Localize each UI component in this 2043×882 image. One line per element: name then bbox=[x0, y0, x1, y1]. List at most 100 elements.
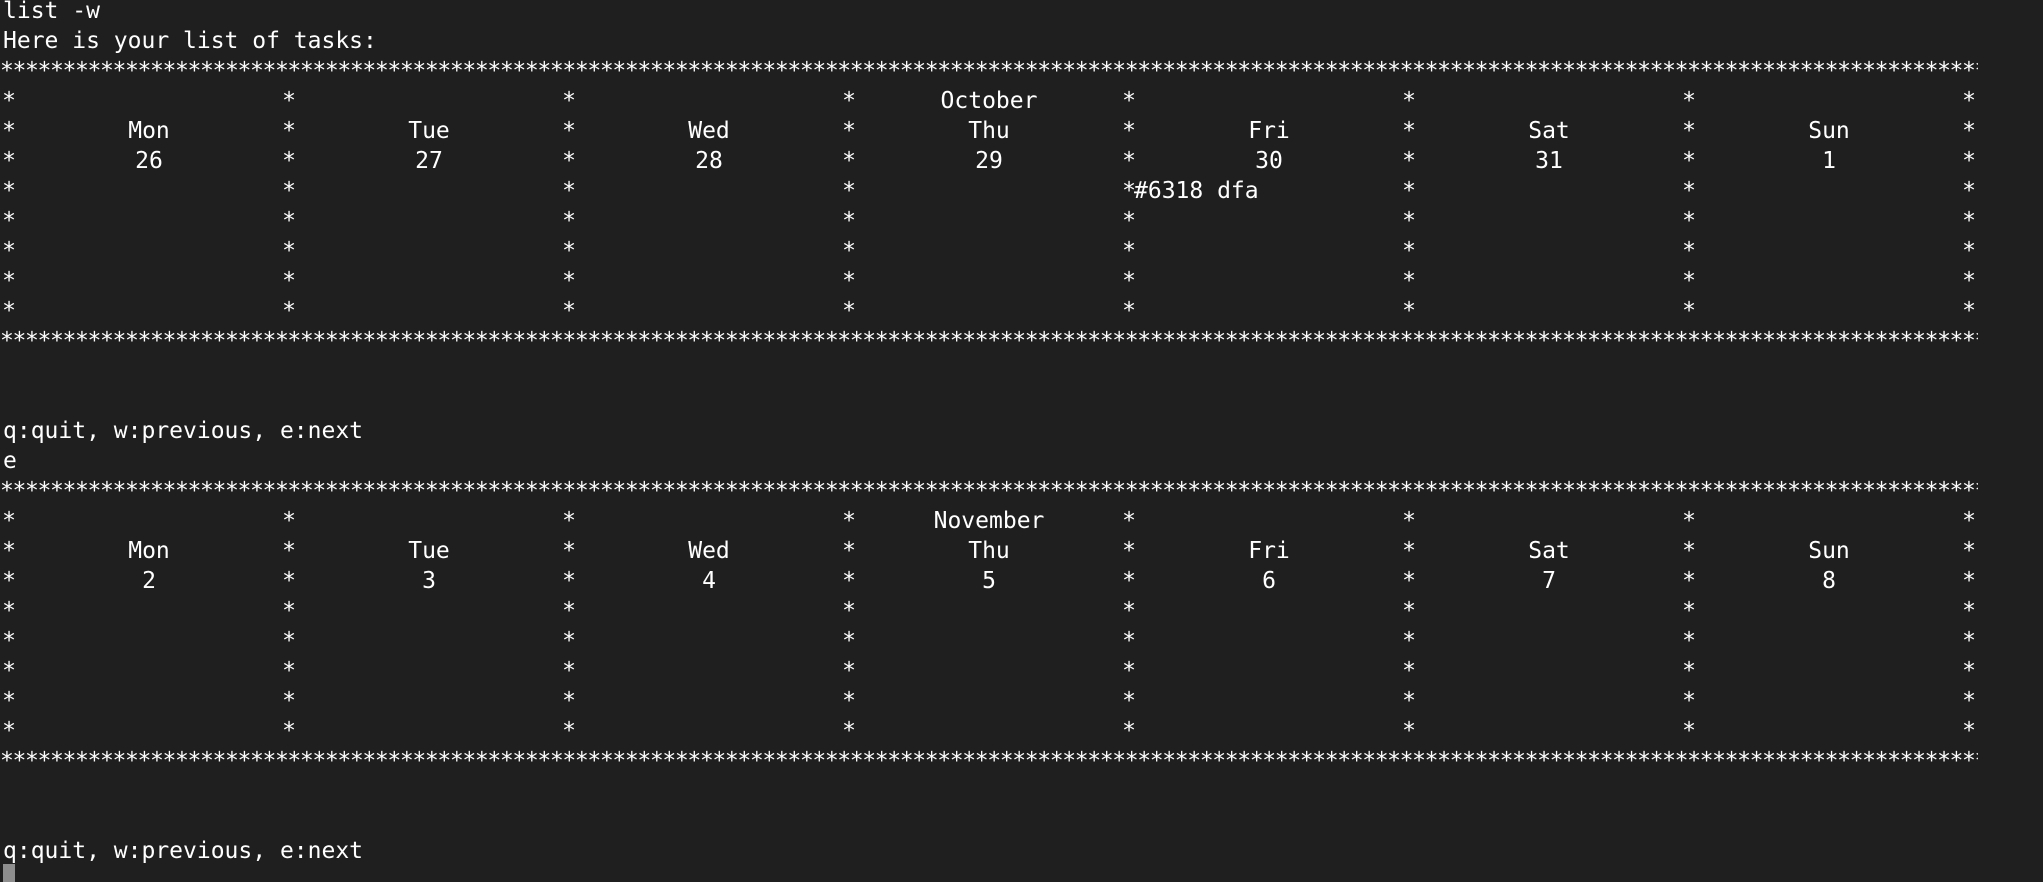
calendar-border-bottom: ****************************************… bbox=[0, 328, 1978, 354]
column-separator: * bbox=[842, 688, 856, 714]
column-separator: * bbox=[1962, 118, 1976, 144]
column-separator: * bbox=[562, 268, 576, 294]
column-separator: * bbox=[1962, 628, 1976, 654]
column-separator: * bbox=[842, 148, 856, 174]
column-separator: * bbox=[1122, 538, 1136, 564]
column-separator: * bbox=[1962, 178, 1976, 204]
navigation-prompt: q:quit, w:previous, e:next bbox=[3, 418, 364, 444]
column-separator: * bbox=[1962, 268, 1976, 294]
column-separator: * bbox=[1682, 208, 1696, 234]
column-separator: * bbox=[282, 178, 296, 204]
column-separator: * bbox=[1682, 298, 1696, 324]
day-number: 5 bbox=[982, 568, 996, 594]
day-number: 6 bbox=[1262, 568, 1276, 594]
day-number: 29 bbox=[975, 148, 1003, 174]
column-separator: * bbox=[1122, 658, 1136, 684]
column-separator: * bbox=[842, 238, 856, 264]
column-separator: * bbox=[1682, 508, 1696, 534]
column-separator: * bbox=[562, 688, 576, 714]
column-separator: * bbox=[562, 598, 576, 624]
column-separator: * bbox=[1682, 148, 1696, 174]
column-separator: * bbox=[1962, 208, 1976, 234]
column-separator: * bbox=[1122, 118, 1136, 144]
day-name-thu: Thu bbox=[968, 118, 1010, 144]
column-separator: * bbox=[562, 88, 576, 114]
column-separator: * bbox=[562, 208, 576, 234]
column-separator: * bbox=[2, 598, 16, 624]
day-name-tue: Tue bbox=[408, 118, 450, 144]
column-separator: * bbox=[1402, 178, 1416, 204]
intro-text: Here is your list of tasks: bbox=[3, 28, 377, 54]
column-separator: * bbox=[1682, 178, 1696, 204]
terminal-window[interactable]: list -w Here is your list of tasks: ****… bbox=[0, 0, 2043, 882]
day-name-wed: Wed bbox=[688, 118, 730, 144]
column-separator: * bbox=[2, 718, 16, 744]
column-separator: * bbox=[1962, 658, 1976, 684]
column-separator: * bbox=[1402, 148, 1416, 174]
column-separator: * bbox=[1682, 118, 1696, 144]
column-separator: * bbox=[562, 538, 576, 564]
day-number: 31 bbox=[1535, 148, 1563, 174]
column-separator: * bbox=[562, 568, 576, 594]
task-entry: #6318 dfa bbox=[1134, 178, 1259, 204]
column-separator: * bbox=[1682, 598, 1696, 624]
column-separator: * bbox=[1122, 148, 1136, 174]
column-separator: * bbox=[282, 598, 296, 624]
column-separator: * bbox=[842, 268, 856, 294]
column-separator: * bbox=[2, 688, 16, 714]
calendar-border-top: ****************************************… bbox=[0, 58, 1978, 84]
day-name-wed: Wed bbox=[688, 538, 730, 564]
typed-input: e bbox=[3, 448, 17, 474]
column-separator: * bbox=[1122, 598, 1136, 624]
column-separator: * bbox=[562, 718, 576, 744]
command-line: list -w bbox=[3, 0, 100, 24]
column-separator: * bbox=[1682, 628, 1696, 654]
day-name-sat: Sat bbox=[1528, 538, 1570, 564]
day-name-mon: Mon bbox=[128, 538, 170, 564]
column-separator: * bbox=[1682, 238, 1696, 264]
day-number: 7 bbox=[1542, 568, 1556, 594]
column-separator: * bbox=[842, 208, 856, 234]
column-separator: * bbox=[1402, 208, 1416, 234]
column-separator: * bbox=[1682, 718, 1696, 744]
day-number: 27 bbox=[415, 148, 443, 174]
column-separator: * bbox=[2, 628, 16, 654]
column-separator: * bbox=[2, 658, 16, 684]
column-separator: * bbox=[842, 178, 856, 204]
day-name-tue: Tue bbox=[408, 538, 450, 564]
column-separator: * bbox=[1682, 268, 1696, 294]
column-separator: * bbox=[842, 598, 856, 624]
column-separator: * bbox=[562, 298, 576, 324]
column-separator: * bbox=[2, 268, 16, 294]
column-separator: * bbox=[282, 538, 296, 564]
column-separator: * bbox=[842, 538, 856, 564]
column-separator: * bbox=[1402, 718, 1416, 744]
column-separator: * bbox=[1402, 88, 1416, 114]
column-separator: * bbox=[282, 118, 296, 144]
column-separator: * bbox=[1962, 538, 1976, 564]
terminal-cursor bbox=[3, 864, 15, 882]
column-separator: * bbox=[1402, 628, 1416, 654]
column-separator: * bbox=[282, 208, 296, 234]
column-separator: * bbox=[1402, 298, 1416, 324]
day-number: 1 bbox=[1822, 148, 1836, 174]
column-separator: * bbox=[1962, 148, 1976, 174]
column-separator: * bbox=[1402, 118, 1416, 144]
day-number: 30 bbox=[1255, 148, 1283, 174]
day-number: 8 bbox=[1822, 568, 1836, 594]
column-separator: * bbox=[562, 238, 576, 264]
column-separator: * bbox=[2, 568, 16, 594]
column-separator: * bbox=[1122, 88, 1136, 114]
column-separator: * bbox=[282, 88, 296, 114]
day-number: 28 bbox=[695, 148, 723, 174]
column-separator: * bbox=[2, 208, 16, 234]
column-separator: * bbox=[842, 88, 856, 114]
day-name-fri: Fri bbox=[1248, 538, 1290, 564]
column-separator: * bbox=[1402, 598, 1416, 624]
column-separator: * bbox=[562, 628, 576, 654]
column-separator: * bbox=[842, 658, 856, 684]
column-separator: * bbox=[1962, 718, 1976, 744]
column-separator: * bbox=[1962, 568, 1976, 594]
column-separator: * bbox=[282, 718, 296, 744]
column-separator: * bbox=[842, 718, 856, 744]
